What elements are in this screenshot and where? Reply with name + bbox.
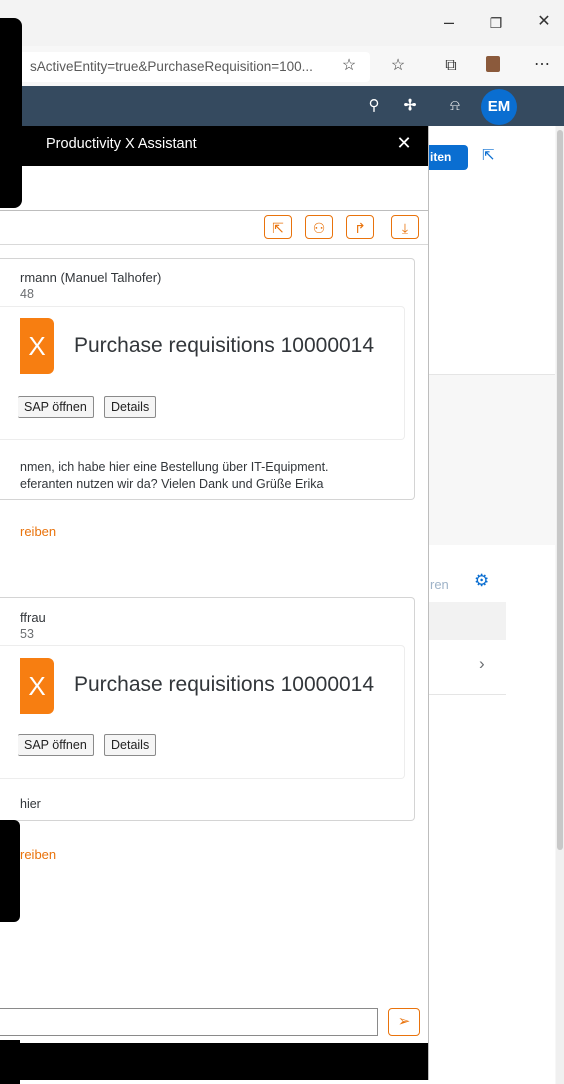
assistant-subheader <box>0 166 428 211</box>
details-button[interactable]: Details <box>104 396 157 418</box>
avatar[interactable]: EM <box>481 89 517 125</box>
bell-icon[interactable]: ⍾ <box>444 95 466 117</box>
reply-link[interactable]: reiben <box>20 524 56 539</box>
joule-icon[interactable]: ✢ <box>399 95 421 117</box>
more-icon[interactable]: ⋯ <box>530 54 554 76</box>
reply-link[interactable]: reiben <box>20 847 56 862</box>
table-row[interactable] <box>420 640 506 695</box>
sender-id: 48 <box>20 287 34 301</box>
disabled-action: ren <box>430 577 449 592</box>
gear-icon[interactable]: ⚙ <box>474 571 489 591</box>
shell-bar <box>0 86 564 126</box>
object-title[interactable]: Purchase requisitions 10000014 <box>74 673 374 697</box>
forward-icon[interactable]: ↱ <box>346 215 374 239</box>
scrollbar-thumb[interactable] <box>557 130 563 850</box>
panel-footer <box>20 1043 428 1080</box>
collections-icon[interactable]: ⧉ <box>439 55 463 77</box>
table-header <box>420 602 506 641</box>
open-in-sap-button[interactable]: SAP öffnen <box>18 396 94 418</box>
sender-name: rmann (Manuel Talhofer) <box>20 270 162 285</box>
chevron-right-icon[interactable]: › <box>479 654 485 674</box>
restore-icon[interactable]: ❐ <box>481 13 511 33</box>
edge-overlay <box>0 820 20 922</box>
object-card <box>0 645 405 779</box>
message-line: eferanten nutzen wir da? Vielen Dank und… <box>20 477 324 491</box>
divider <box>0 244 428 245</box>
assistant-title: Productivity X Assistant <box>46 136 197 152</box>
sender-name: ffrau <box>20 610 46 625</box>
add-user-icon[interactable]: ⚇ <box>305 215 333 239</box>
object-card <box>0 306 405 440</box>
sender-id: 53 <box>20 627 34 641</box>
details-button[interactable]: Details <box>104 734 157 756</box>
browser-title-bar <box>0 0 564 46</box>
profile-icon[interactable] <box>486 56 500 72</box>
favorites-icon[interactable]: ☆ <box>386 55 410 77</box>
edit-button[interactable]: iten <box>428 145 468 170</box>
close-window-icon[interactable]: ✕ <box>529 12 559 32</box>
share-icon[interactable]: ⇱ <box>264 215 292 239</box>
message-input[interactable] <box>0 1008 378 1036</box>
x-badge: X <box>20 658 54 714</box>
url-text[interactable]: sActiveEntity=true&PurchaseRequisition=1… <box>30 59 313 74</box>
add-favorite-icon[interactable]: ☆ <box>337 55 361 77</box>
share-icon[interactable]: ⇱ <box>482 146 495 164</box>
minimize-icon[interactable]: – <box>434 12 464 32</box>
object-title[interactable]: Purchase requisitions 10000014 <box>74 334 374 358</box>
x-badge: X <box>20 318 54 374</box>
download-icon[interactable]: ⤓ <box>391 215 419 239</box>
edge-overlay <box>0 1040 20 1084</box>
send-icon[interactable]: ➢ <box>388 1008 420 1036</box>
open-in-sap-button[interactable]: SAP öffnen <box>18 734 94 756</box>
close-icon[interactable]: ✕ <box>394 133 414 154</box>
message-line: hier <box>20 797 41 811</box>
search-icon[interactable]: ⚲ <box>363 95 385 117</box>
message-line: nmen, ich habe hier eine Bestellung über… <box>20 460 329 474</box>
edge-overlay <box>0 18 22 208</box>
